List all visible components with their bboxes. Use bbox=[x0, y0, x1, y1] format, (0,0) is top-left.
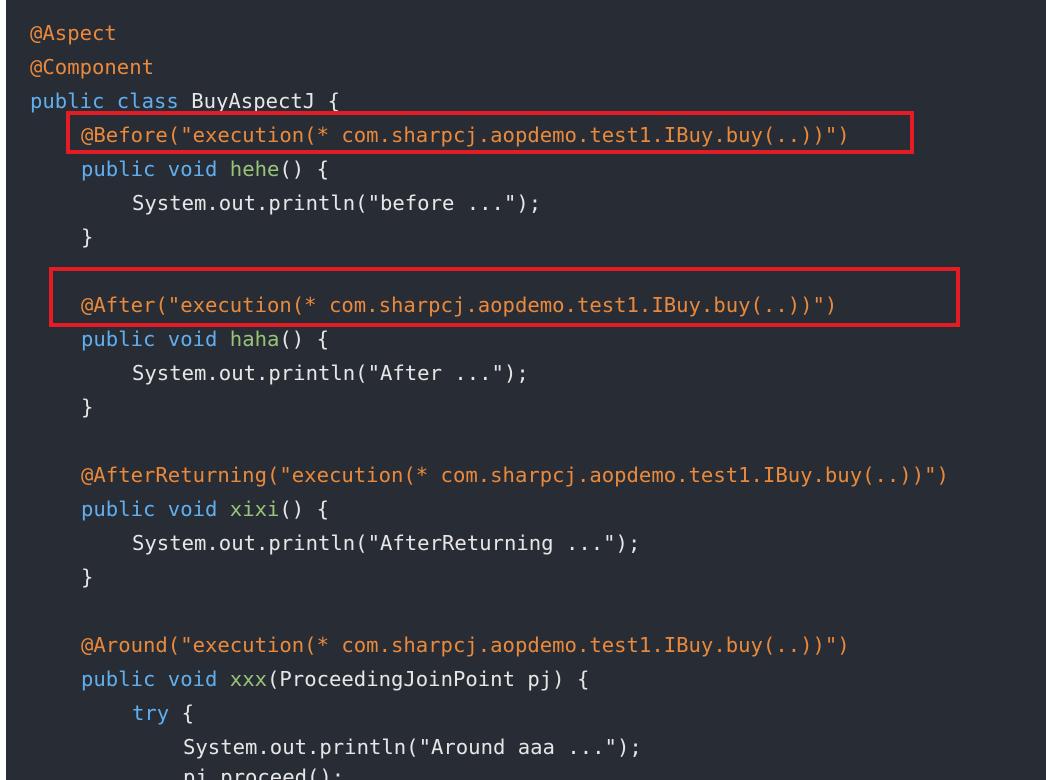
code-line-hehe-method: public void hehe() { bbox=[81, 152, 329, 186]
keyword-token: public class bbox=[30, 89, 179, 113]
code-line-around-annotation: @Around("execution(* com.sharpcj.aopdemo… bbox=[81, 628, 850, 662]
code-line-afterreturning-annotation: @AfterReturning("execution(* com.sharpcj… bbox=[81, 458, 949, 492]
code-editor: @Aspect @Component public class BuyAspec… bbox=[6, 0, 1046, 780]
keyword-token: public void bbox=[81, 497, 218, 521]
code-line-println-afterreturning: System.out.println("AfterReturning ...")… bbox=[132, 526, 640, 560]
statement-text: System.out.println("before ..."); bbox=[132, 191, 542, 215]
method-name-token: haha bbox=[229, 327, 280, 351]
code-line-println-after: System.out.println("After ..."); bbox=[132, 356, 529, 390]
code-line-aspect-annotation: @Aspect bbox=[30, 16, 117, 50]
keyword-token: public void bbox=[81, 667, 218, 691]
keyword-token: try bbox=[132, 701, 170, 725]
code-line-pj-proceed: pj.proceed(); bbox=[183, 760, 344, 780]
annotation-token: @Aspect bbox=[30, 21, 117, 45]
method-signature-token: (ProceedingJoinPoint pj) { bbox=[267, 667, 590, 691]
code-line-println-before: System.out.println("before ..."); bbox=[132, 186, 541, 220]
brace-text: { bbox=[169, 701, 195, 725]
keyword-token: public void bbox=[81, 157, 218, 181]
statement-text: System.out.println("AfterReturning ...")… bbox=[132, 531, 641, 555]
annotation-token: @AfterReturning("execution(* com.sharpcj… bbox=[81, 463, 949, 487]
code-line-xixi-method: public void xixi() { bbox=[81, 492, 329, 526]
annotation-token: @Component bbox=[30, 55, 154, 79]
code-line-haha-method: public void haha() { bbox=[81, 322, 329, 356]
method-name-token: hehe bbox=[229, 157, 280, 181]
annotation-token: @Around("execution(* com.sharpcj.aopdemo… bbox=[81, 633, 850, 657]
statement-text: pj.proceed(); bbox=[183, 765, 345, 780]
code-line-closing-brace: } bbox=[81, 220, 93, 254]
statement-text: System.out.println("Around aaa ..."); bbox=[183, 735, 642, 759]
code-line-closing-brace: } bbox=[81, 560, 93, 594]
statement-text: System.out.println("After ..."); bbox=[132, 361, 529, 385]
method-signature-token: () { bbox=[279, 157, 330, 181]
highlight-box-after bbox=[49, 267, 960, 327]
code-line-closing-brace: } bbox=[81, 390, 93, 424]
keyword-token: public void bbox=[81, 327, 218, 351]
brace-text: } bbox=[81, 565, 94, 589]
code-line-try: try { bbox=[132, 696, 194, 730]
method-name-token: xxx bbox=[229, 667, 267, 691]
method-signature-token: () { bbox=[279, 327, 330, 351]
method-name-token: xixi bbox=[229, 497, 280, 521]
code-line-println-around: System.out.println("Around aaa ..."); bbox=[183, 730, 642, 764]
highlight-box-before bbox=[66, 111, 914, 154]
brace-text: } bbox=[81, 395, 94, 419]
method-signature-token: () { bbox=[279, 497, 330, 521]
code-line-xxx-method: public void xxx(ProceedingJoinPoint pj) … bbox=[81, 662, 589, 696]
code-line-component-annotation: @Component bbox=[30, 50, 154, 84]
class-name-token: BuyAspectJ { bbox=[178, 89, 340, 113]
brace-text: } bbox=[81, 225, 94, 249]
